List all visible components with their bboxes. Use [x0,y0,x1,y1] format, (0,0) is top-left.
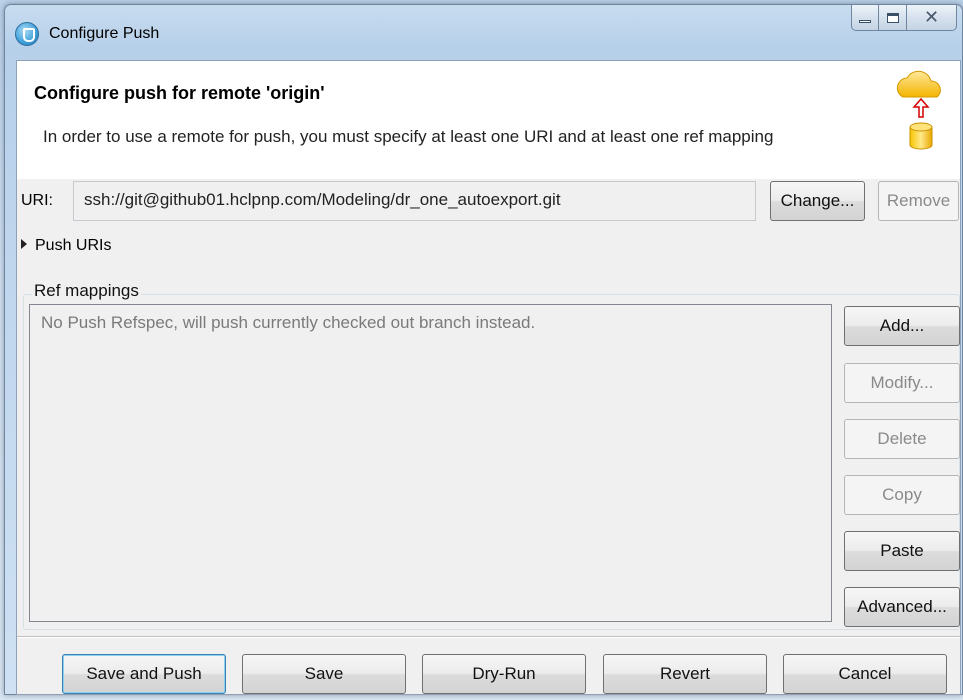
page-title: Configure push for remote 'origin' [34,83,325,103]
save-and-push-button[interactable]: Save and Push [62,654,226,694]
maximize-icon [886,12,899,23]
dialog-client-area: Configure push for remote 'origin' In or… [16,60,961,695]
wizard-header: Configure push for remote 'origin' In or… [17,61,960,179]
window-title: Configure Push [49,25,160,42]
add-refspec-button[interactable]: Add... [844,306,960,346]
ref-mappings-legend: Ref mappings [32,281,141,301]
push-uris-label: Push URIs [35,237,112,254]
push-uris-toggle[interactable]: Push URIs [21,237,111,255]
window-controls: ✕ [851,5,957,31]
delete-refspec-button[interactable]: Delete [844,419,960,459]
modify-refspec-button[interactable]: Modify... [844,363,960,403]
app-icon [15,22,39,46]
title-bar[interactable]: Configure Push ✕ [5,5,962,59]
advanced-button[interactable]: Advanced... [844,587,960,627]
close-button[interactable]: ✕ [907,5,957,31]
uri-field[interactable]: ssh://git@github01.hclpnp.com/Modeling/d… [73,181,756,221]
cloud-push-database-icon [896,70,941,150]
expand-triangle-icon [21,239,27,249]
ref-mappings-empty-text: No Push Refspec, will push currently che… [41,313,536,332]
paste-refspec-button[interactable]: Paste [844,531,960,571]
page-description: In order to use a remote for push, you m… [43,127,774,146]
configure-push-dialog: Configure Push ✕ Configure push for remo… [4,4,963,695]
dry-run-button[interactable]: Dry-Run [422,654,586,694]
minimize-icon [859,20,871,23]
ref-mappings-list[interactable]: No Push Refspec, will push currently che… [29,304,832,622]
revert-button[interactable]: Revert [603,654,767,694]
maximize-button[interactable] [879,5,907,31]
save-button[interactable]: Save [242,654,406,694]
change-uri-button[interactable]: Change... [770,181,865,221]
uri-row: URI: ssh://git@github01.hclpnp.com/Model… [17,179,960,225]
close-icon: ✕ [923,7,940,27]
footer-divider [17,636,960,638]
cancel-button[interactable]: Cancel [783,654,947,694]
uri-label: URI: [21,192,53,209]
copy-refspec-button[interactable]: Copy [844,475,960,515]
minimize-button[interactable] [851,5,879,31]
remove-uri-button[interactable]: Remove [878,181,959,221]
